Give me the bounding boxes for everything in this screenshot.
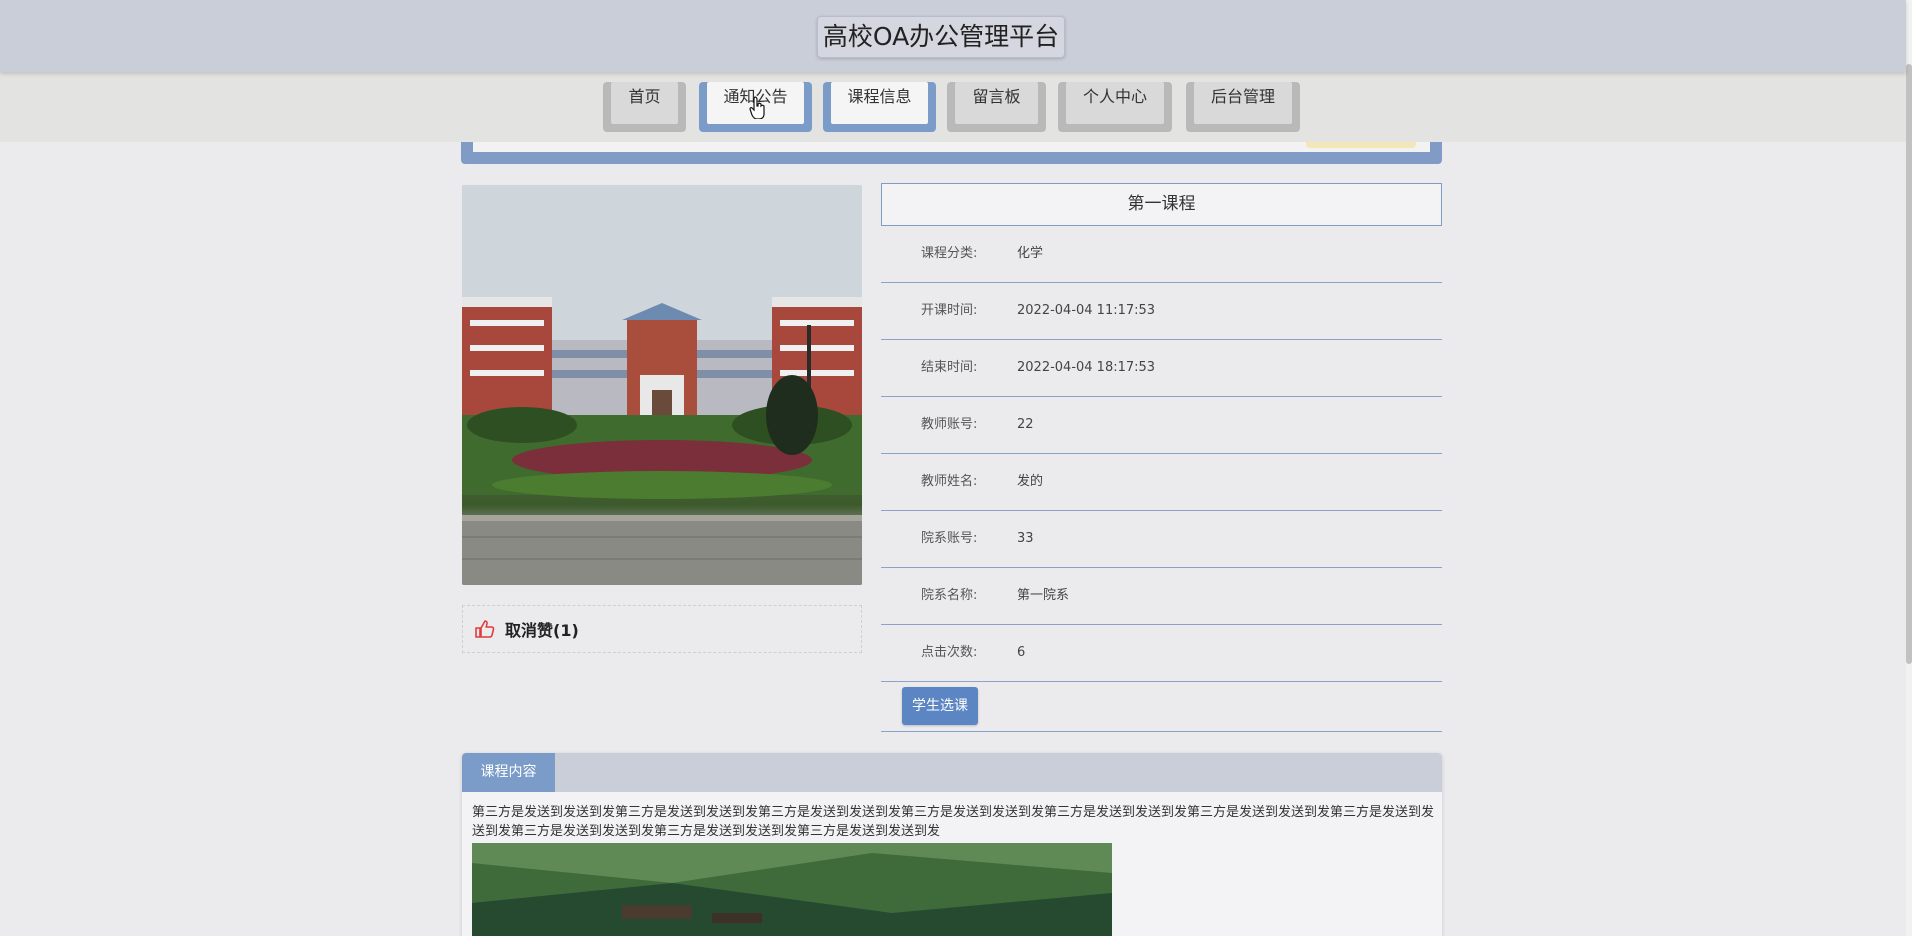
- detail-value: 第一院系: [1017, 588, 1070, 603]
- hand-cursor-icon: [749, 96, 765, 119]
- nav-item-label: 课程信息: [831, 82, 928, 124]
- banner-inner: [473, 142, 1430, 152]
- tab-course-content[interactable]: 课程内容: [462, 753, 555, 792]
- nav-item-personal-center[interactable]: 个人中心: [1058, 82, 1172, 132]
- nav-item-admin[interactable]: 后台管理: [1186, 82, 1300, 132]
- select-course-button[interactable]: 学生选课: [902, 687, 978, 725]
- detail-key: 教师姓名:: [921, 474, 978, 489]
- campus-building-illustration: [462, 185, 862, 585]
- nav-item-label: 后台管理: [1194, 82, 1292, 124]
- unlike-button-label: 取消赞(1): [505, 621, 579, 640]
- course-title: 第一课程: [881, 183, 1442, 226]
- detail-row-category: 课程分类: 化学: [881, 226, 1442, 283]
- header-bar: 高校OA办公管理平台: [0, 0, 1906, 72]
- detail-row-teacher-account: 教师账号: 22: [881, 397, 1442, 454]
- content-landscape-image: [472, 843, 1112, 936]
- detail-value: 22: [1017, 417, 1034, 432]
- detail-value: 33: [1017, 531, 1034, 546]
- banner-tag: [1306, 142, 1416, 148]
- nav-item-label: 个人中心: [1066, 82, 1164, 124]
- course-content-card: 课程内容 第三方是发送到发送到发第三方是发送到发送到发第三方是发送到发送到发第三…: [462, 753, 1442, 936]
- detail-key: 结束时间:: [921, 360, 978, 375]
- main-nav: 首页 通知公告 课程信息 留言板 个人中心 后台管理: [0, 72, 1906, 142]
- detail-row-department-name: 院系名称: 第一院系: [881, 568, 1442, 625]
- content-tab-bar: [462, 753, 1442, 792]
- thumbs-up-icon: [475, 620, 495, 638]
- site-title[interactable]: 高校OA办公管理平台: [817, 16, 1065, 58]
- landscape-illustration: [472, 843, 1112, 936]
- detail-key: 课程分类:: [921, 246, 978, 261]
- detail-row-department-account: 院系账号: 33: [881, 511, 1442, 568]
- detail-row-end-time: 结束时间: 2022-04-04 18:17:53: [881, 340, 1442, 397]
- detail-key: 院系名称:: [921, 588, 978, 603]
- nav-item-home[interactable]: 首页: [603, 82, 686, 132]
- nav-item-message-board[interactable]: 留言板: [947, 82, 1046, 132]
- detail-value: 2022-04-04 11:17:53: [1017, 303, 1156, 318]
- scrollbar-thumb[interactable]: [1906, 64, 1912, 664]
- nav-item-label: 留言板: [955, 82, 1038, 124]
- divider: [881, 731, 1442, 732]
- detail-key: 教师账号:: [921, 417, 978, 432]
- detail-row-teacher-name: 教师姓名: 发的: [881, 454, 1442, 511]
- course-photo: [462, 185, 862, 585]
- nav-item-label: 首页: [611, 82, 678, 124]
- page-scrollbar[interactable]: [1906, 0, 1912, 936]
- nav-item-courses[interactable]: 课程信息: [823, 82, 936, 132]
- course-content-text: 第三方是发送到发送到发第三方是发送到发送到发第三方是发送到发送到发第三方是发送到…: [472, 805, 1435, 839]
- detail-key: 点击次数:: [921, 645, 978, 660]
- detail-key: 院系账号:: [921, 531, 978, 546]
- detail-value: 2022-04-04 18:17:53: [1017, 360, 1156, 375]
- detail-value: 化学: [1017, 246, 1044, 261]
- detail-value: 6: [1017, 645, 1026, 660]
- detail-row-start-time: 开课时间: 2022-04-04 11:17:53: [881, 283, 1442, 340]
- like-box[interactable]: 取消赞(1): [462, 605, 862, 653]
- detail-row-click-count: 点击次数: 6: [881, 625, 1442, 682]
- detail-key: 开课时间:: [921, 303, 978, 318]
- banner-edge: [461, 142, 1442, 164]
- detail-value: 发的: [1017, 474, 1044, 489]
